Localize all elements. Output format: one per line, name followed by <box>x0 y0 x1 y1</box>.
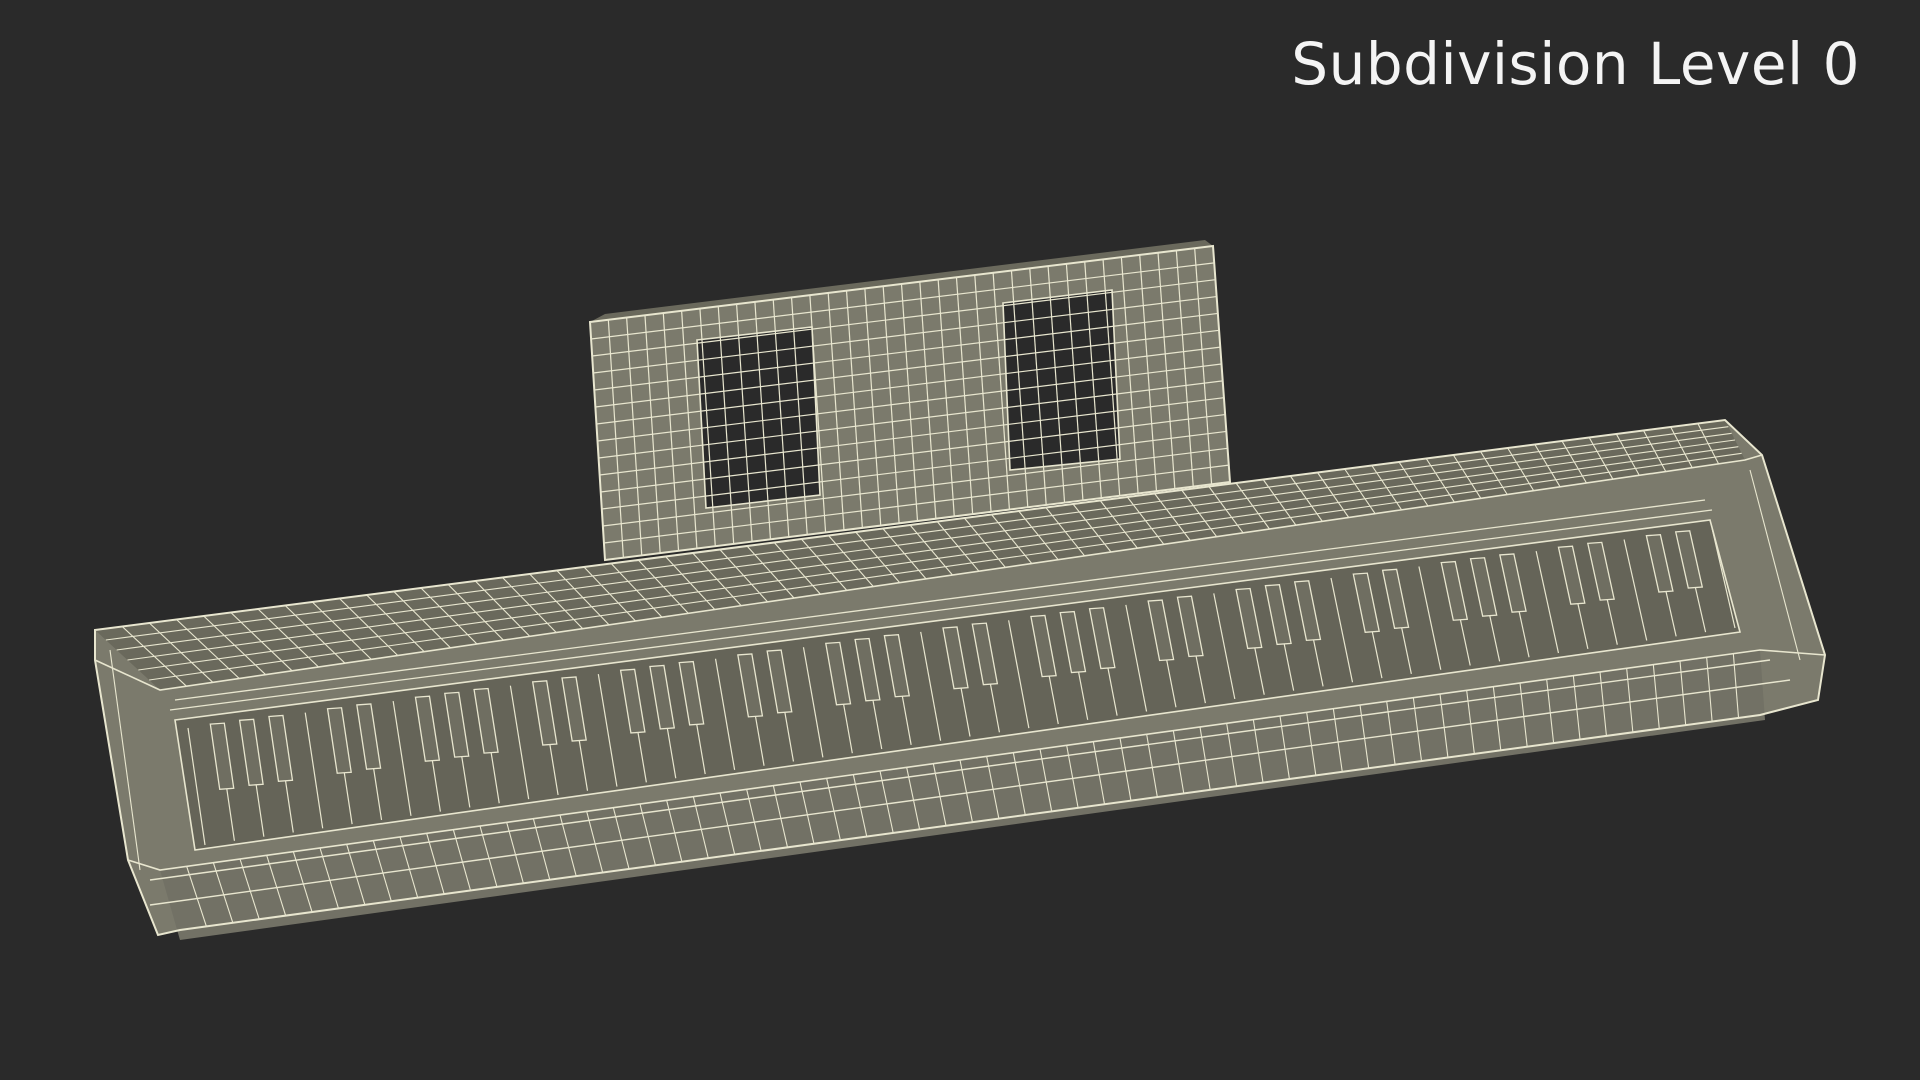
viewport: Subdivision Level 0 <box>0 0 1920 1080</box>
subdivision-level-label: Subdivision Level 0 <box>1291 30 1860 98</box>
music-stand-window-right <box>1003 290 1120 470</box>
keyboard-wireframe-render <box>94 240 1827 940</box>
